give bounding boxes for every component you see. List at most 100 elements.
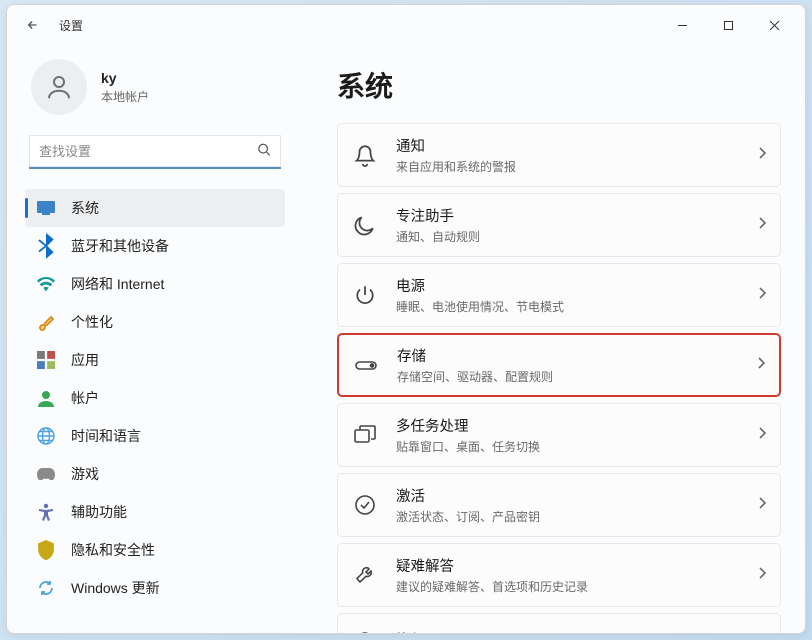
sidebar-nav: 系统蓝牙和其他设备网络和 Internet 个性化应用帐户时间和语言游戏辅助功能隐…: [25, 189, 285, 607]
person-icon: [44, 72, 74, 102]
card-title: 恢复: [396, 629, 766, 633]
sidebar-item-wifi[interactable]: 网络和 Internet: [25, 265, 285, 303]
card-desc: 存储空间、驱动器、配置规则: [397, 368, 749, 385]
chevron-right-icon: [758, 426, 766, 444]
sidebar-item-shield[interactable]: 隐私和安全性: [25, 531, 285, 569]
globe-icon: [37, 427, 55, 445]
sidebar-item-label: 系统: [71, 198, 99, 218]
sidebar-item-label: 个性化: [71, 312, 113, 332]
back-button[interactable]: [15, 7, 51, 43]
maximize-button[interactable]: [705, 9, 751, 41]
avatar: [31, 59, 87, 115]
sidebar-item-label: 网络和 Internet: [71, 274, 164, 294]
card-text: 电源睡眠、电池使用情况、节电模式: [396, 275, 750, 315]
sidebar-item-label: 帐户: [71, 388, 99, 408]
card-recover[interactable]: 恢复: [337, 613, 781, 633]
system-icon: [37, 199, 55, 217]
apps-icon: [37, 351, 55, 369]
card-check[interactable]: 激活激活状态、订阅、产品密钥: [337, 473, 781, 537]
minimize-icon: [677, 20, 688, 31]
card-title: 通知: [396, 135, 750, 156]
sidebar-item-label: 应用: [71, 350, 99, 370]
card-title: 存储: [397, 345, 749, 366]
gamepad-icon: [37, 465, 55, 483]
update-icon: [37, 579, 55, 597]
close-icon: [769, 20, 780, 31]
profile-name: ky: [101, 70, 149, 86]
accessibility-icon: [37, 503, 55, 521]
card-multitask[interactable]: 多任务处理贴靠窗口、桌面、任务切换: [337, 403, 781, 467]
sidebar-item-apps[interactable]: 应用: [25, 341, 285, 379]
card-title: 疑难解答: [396, 555, 750, 576]
sidebar-item-brush[interactable]: 个性化: [25, 303, 285, 341]
sidebar-item-update[interactable]: Windows 更新: [25, 569, 285, 607]
card-desc: 贴靠窗口、桌面、任务切换: [396, 438, 750, 455]
search-input[interactable]: [29, 135, 281, 169]
sidebar-item-label: 时间和语言: [71, 426, 141, 446]
storage-icon: [355, 354, 377, 376]
search-icon: [257, 143, 271, 162]
sidebar-item-globe[interactable]: 时间和语言: [25, 417, 285, 455]
profile[interactable]: ky 本地帐户: [25, 51, 285, 133]
sidebar-item-account[interactable]: 帐户: [25, 379, 285, 417]
close-button[interactable]: [751, 9, 797, 41]
sidebar-item-system[interactable]: 系统: [25, 189, 285, 227]
content: 系统 通知来自应用和系统的警报专注助手通知、自动规则电源睡眠、电池使用情况、节电…: [297, 45, 805, 633]
card-text: 通知来自应用和系统的警报: [396, 135, 750, 175]
card-title: 专注助手: [396, 205, 750, 226]
card-desc: 激活状态、订阅、产品密钥: [396, 508, 750, 525]
sidebar-item-gamepad[interactable]: 游戏: [25, 455, 285, 493]
sidebar-item-label: 辅助功能: [71, 502, 127, 522]
chevron-right-icon: [758, 496, 766, 514]
recover-icon: [354, 629, 376, 634]
card-desc: 睡眠、电池使用情况、节电模式: [396, 298, 750, 315]
sidebar-item-label: 游戏: [71, 464, 99, 484]
card-text: 多任务处理贴靠窗口、桌面、任务切换: [396, 415, 750, 455]
chevron-right-icon: [758, 216, 766, 234]
search-container: [29, 135, 281, 169]
card-desc: 来自应用和系统的警报: [396, 158, 750, 175]
card-wrench[interactable]: 疑难解答建议的疑难解答、首选项和历史记录: [337, 543, 781, 607]
moon-icon: [354, 214, 376, 236]
card-power[interactable]: 电源睡眠、电池使用情况、节电模式: [337, 263, 781, 327]
sidebar-item-bluetooth[interactable]: 蓝牙和其他设备: [25, 227, 285, 265]
sidebar-item-label: 蓝牙和其他设备: [71, 236, 169, 256]
card-bell[interactable]: 通知来自应用和系统的警报: [337, 123, 781, 187]
sidebar-item-label: Windows 更新: [71, 578, 160, 598]
card-text: 存储存储空间、驱动器、配置规则: [397, 345, 749, 385]
window-controls: [659, 9, 797, 41]
chevron-right-icon: [758, 286, 766, 304]
chevron-right-icon: [758, 146, 766, 164]
chevron-right-icon: [757, 356, 765, 374]
minimize-button[interactable]: [659, 9, 705, 41]
bluetooth-icon: [37, 237, 55, 255]
brush-icon: [37, 313, 55, 331]
card-title: 激活: [396, 485, 750, 506]
maximize-icon: [723, 20, 734, 31]
titlebar: 设置: [7, 5, 805, 45]
sidebar: ky 本地帐户 系统蓝牙和其他设备网络和 Internet 个性化应用帐户时间和语…: [7, 45, 297, 633]
card-moon[interactable]: 专注助手通知、自动规则: [337, 193, 781, 257]
profile-subtitle: 本地帐户: [101, 88, 149, 105]
profile-text: ky 本地帐户: [101, 70, 149, 105]
card-title: 多任务处理: [396, 415, 750, 436]
card-storage[interactable]: 存储存储空间、驱动器、配置规则: [337, 333, 781, 397]
card-text: 恢复: [396, 629, 766, 633]
settings-window: 设置 ky 本地帐户 系统蓝牙和: [6, 4, 806, 634]
card-desc: 通知、自动规则: [396, 228, 750, 245]
bell-icon: [354, 144, 376, 166]
page-title: 系统: [337, 65, 781, 105]
sidebar-item-accessibility[interactable]: 辅助功能: [25, 493, 285, 531]
sidebar-item-label: 隐私和安全性: [71, 540, 155, 560]
multitask-icon: [354, 424, 376, 446]
account-icon: [37, 389, 55, 407]
card-text: 专注助手通知、自动规则: [396, 205, 750, 245]
wrench-icon: [354, 564, 376, 586]
wifi-icon: [37, 275, 55, 293]
card-desc: 建议的疑难解答、首选项和历史记录: [396, 578, 750, 595]
card-text: 疑难解答建议的疑难解答、首选项和历史记录: [396, 555, 750, 595]
chevron-right-icon: [758, 566, 766, 584]
power-icon: [354, 284, 376, 306]
body: ky 本地帐户 系统蓝牙和其他设备网络和 Internet 个性化应用帐户时间和语…: [7, 45, 805, 633]
card-text: 激活激活状态、订阅、产品密钥: [396, 485, 750, 525]
